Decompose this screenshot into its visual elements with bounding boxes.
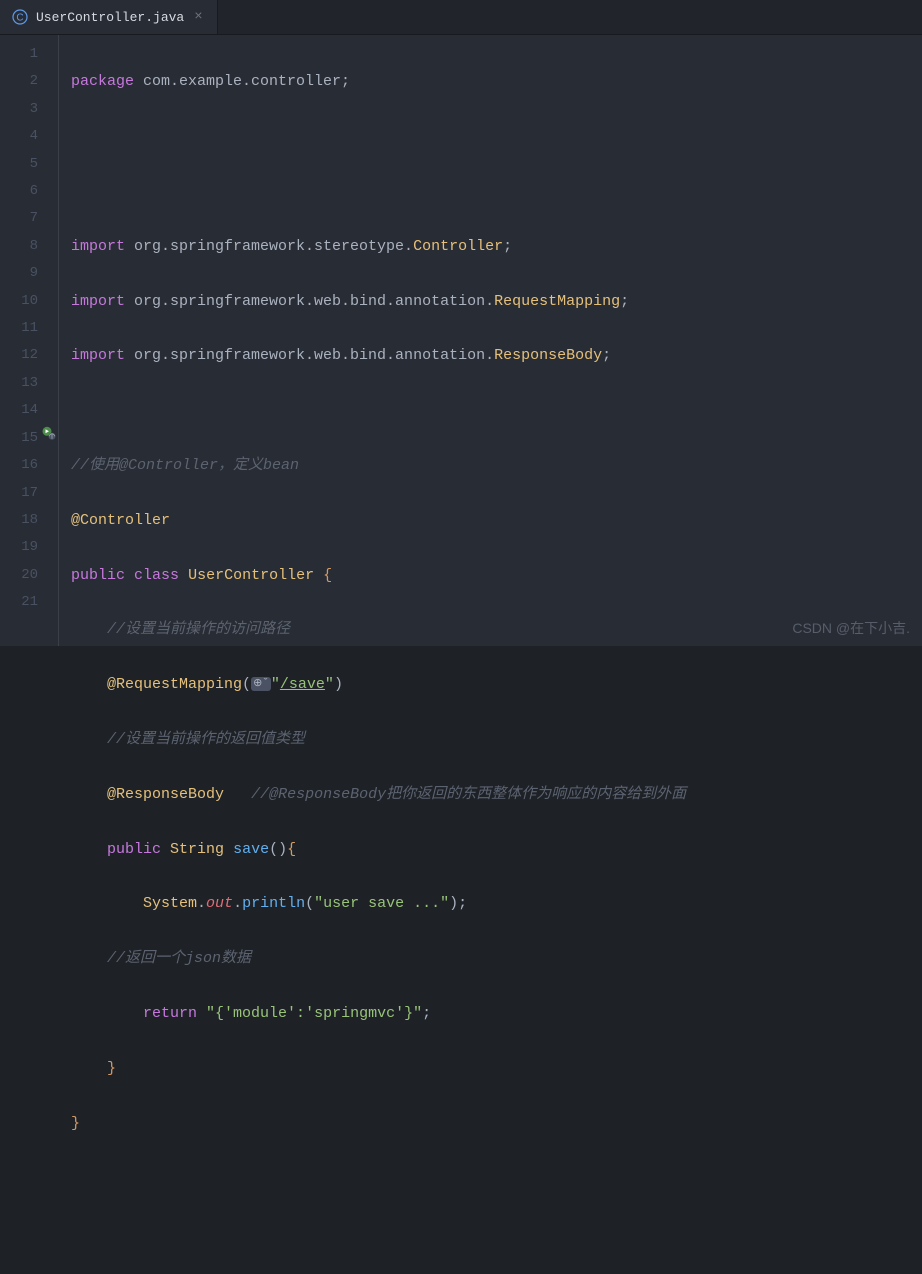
line-number: 19 [0, 534, 58, 561]
line-number: 18 [0, 507, 58, 534]
line-number: 20 [0, 562, 58, 589]
line-number: 10 [0, 288, 58, 315]
gutter: 1 2 3 4 5 6 7 8 9 10 11 12 13 14 15 16 1… [0, 35, 58, 646]
line-number: 5 [0, 151, 58, 178]
scrollbar[interactable] [910, 35, 922, 646]
line-number: 7 [0, 205, 58, 232]
line-number: 15 [0, 425, 58, 452]
close-icon[interactable]: × [192, 9, 204, 25]
code-line: import org.springframework.web.bind.anno… [71, 342, 922, 369]
code-line: //使用@Controller，定义bean [71, 452, 922, 479]
url-mapping-icon[interactable]: ⊕ˇ [251, 677, 271, 691]
line-number: 4 [0, 123, 58, 150]
code-line: import org.springframework.stereotype.Co… [71, 233, 922, 260]
line-number: 6 [0, 178, 58, 205]
code-line: public String save(){ [71, 836, 922, 863]
line-number: 3 [0, 96, 58, 123]
code-line: //设置当前操作的返回值类型 [71, 726, 922, 753]
code-line: return "{'module':'springmvc'}"; [71, 1000, 922, 1027]
code-line [71, 397, 922, 424]
code-line: //返回一个json数据 [71, 945, 922, 972]
line-number: 2 [0, 68, 58, 95]
line-number: 21 [0, 589, 58, 616]
line-number: 11 [0, 315, 58, 342]
line-number: 12 [0, 342, 58, 369]
code-line: System.out.println("user save ..."); [71, 890, 922, 917]
file-tab[interactable]: C UserController.java × [0, 0, 218, 34]
code-line: @RequestMapping(⊕ˇ"/save") [71, 671, 922, 698]
code-line [71, 178, 922, 205]
tab-bar: C UserController.java × [0, 0, 922, 35]
code-line: public class UserController { [71, 562, 922, 589]
code-line [71, 1164, 922, 1191]
line-number: 13 [0, 370, 58, 397]
line-number: 1 [0, 41, 58, 68]
tab-filename: UserController.java [36, 10, 184, 25]
code-line: } [71, 1055, 922, 1082]
line-number: 8 [0, 233, 58, 260]
watermark: CSDN @在下小吉. [792, 618, 910, 638]
line-number: 14 [0, 397, 58, 424]
code-line: @Controller [71, 507, 922, 534]
code-line: } [71, 1110, 922, 1137]
run-gutter-icon[interactable] [42, 425, 56, 452]
code-line: import org.springframework.web.bind.anno… [71, 288, 922, 315]
java-class-icon: C [12, 9, 28, 25]
editor: 1 2 3 4 5 6 7 8 9 10 11 12 13 14 15 16 1… [0, 35, 922, 646]
line-number: 17 [0, 480, 58, 507]
line-number: 16 [0, 452, 58, 479]
code-line: @ResponseBody //@ResponseBody把你返回的东西整体作为… [71, 781, 922, 808]
code-area[interactable]: package com.example.controller; import o… [58, 35, 922, 646]
line-number: 9 [0, 260, 58, 287]
code-line [71, 123, 922, 150]
code-line: package com.example.controller; [71, 68, 922, 95]
svg-text:C: C [16, 13, 23, 24]
